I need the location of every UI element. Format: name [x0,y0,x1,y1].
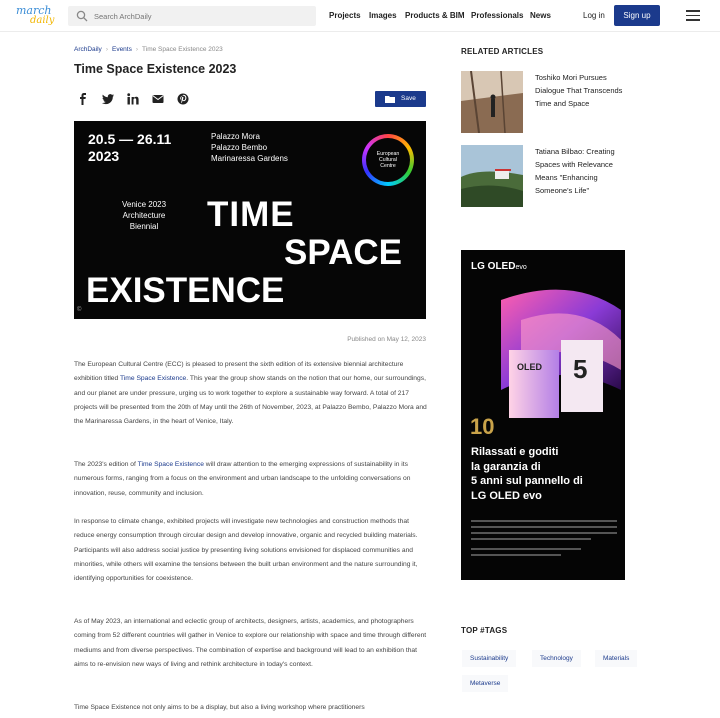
related-article-title[interactable]: Tatiana Bilbao: Creating Spaces with Rel… [535,145,635,197]
poster-biennial: Venice 2023 Architecture Biennial [122,200,167,231]
breadcrumb-current: Time Space Existence 2023 [142,46,223,53]
page-title: Time Space Existence 2023 [74,62,237,76]
related-article-title[interactable]: Toshiko Mori Pursues Dialogue That Trans… [535,71,635,110]
related-article-thumbnail[interactable] [461,71,523,133]
link-time-space-existence[interactable]: Time Space Existence [120,375,186,382]
nav-news[interactable]: News [530,11,551,20]
breadcrumb-archdaily[interactable]: ArchDaily [74,46,102,53]
folder-icon [385,96,395,103]
login-link[interactable]: Log in [583,11,605,20]
nav-professionals[interactable]: Professionals [471,11,523,20]
ecc-logo-text: European Cultural Centre [376,151,400,169]
search-icon [76,10,88,22]
ad-anniversary-badge: 10 [470,414,495,439]
signup-button[interactable]: Sign up [614,5,660,26]
ecc-logo: European Cultural Centre [362,134,414,186]
search-input[interactable] [94,6,304,26]
ad-fine-print [471,532,617,534]
breadcrumb: ArchDaily › Events › Time Space Existence 20… [74,46,223,53]
logo-text-bottom: daily [30,15,55,26]
paragraph-2: The 2023's edition of Time Space Existen… [74,461,411,497]
related-articles-heading: RELATED ARTICLES [461,47,544,56]
pinterest-icon[interactable] [177,93,189,105]
ad-fine-print [471,520,617,522]
svg-text:OLED: OLED [517,362,543,372]
nav-images[interactable]: Images [369,11,397,20]
tag-materials[interactable]: Materials [595,650,638,667]
link-time-space-existence-2[interactable]: Time Space Existence [138,461,204,468]
poster-word-space: SPACE [284,233,402,272]
hamburger-menu-icon[interactable] [686,10,700,21]
tag-sustainability[interactable]: Sustainability [462,650,517,667]
poster-venues: Palazzo Mora Palazzo Bembo Marinaressa G… [211,132,288,163]
related-article-thumbnail[interactable] [461,145,523,207]
search-box[interactable] [68,6,316,26]
site-header: march daily Projects Images Products & B… [0,0,720,32]
paragraph-1: The European Cultural Centre (ECC) is pl… [74,361,427,426]
hero-poster-image[interactable]: 20.5 — 26.11 2023 Palazzo Mora Palazzo B… [74,121,426,319]
published-date: Published on May 12, 2023 [347,336,426,343]
twitter-icon[interactable] [102,93,114,105]
paragraph-3: In response to climate change, exhibited… [74,518,418,583]
ad-brand: LG OLEDevo [471,261,527,272]
poster-word-time: TIME [207,195,295,234]
save-button[interactable]: Save [375,91,426,107]
archdaily-logo[interactable]: march daily [16,4,56,28]
paragraph-4: As of May 2023, an international and ecl… [74,618,427,668]
ad-headline: Rilassati e goditi la garanzia di 5 anni… [471,446,583,502]
poster-dates: 20.5 — 26.11 2023 [88,131,172,164]
linkedin-icon[interactable] [127,93,139,105]
nav-projects[interactable]: Projects [329,11,361,20]
poster-copyright-mark: © [77,307,82,313]
email-icon[interactable] [152,93,164,105]
poster-word-existence: EXISTENCE [86,271,285,310]
svg-text:5: 5 [573,354,587,384]
advertisement-banner[interactable]: LG OLEDevo OLED 5 10 Rilassati e goditi … [461,250,625,580]
top-tags-heading: TOP #TAGS [461,626,508,635]
ad-tv-artwork: OLED 5 [501,289,621,418]
ad-fine-print [471,538,591,540]
save-label: Save [401,95,416,102]
facebook-icon[interactable] [77,93,89,105]
paragraph-5: Time Space Existence not only aims to be… [74,704,365,711]
tag-technology[interactable]: Technology [532,650,581,667]
breadcrumb-events[interactable]: Events [112,46,132,53]
nav-products-bim[interactable]: Products & BIM [405,11,465,20]
ad-fine-print [471,526,617,528]
ad-fine-print [471,548,581,550]
ad-fine-print [471,554,561,556]
tag-metaverse[interactable]: Metaverse [462,675,509,692]
